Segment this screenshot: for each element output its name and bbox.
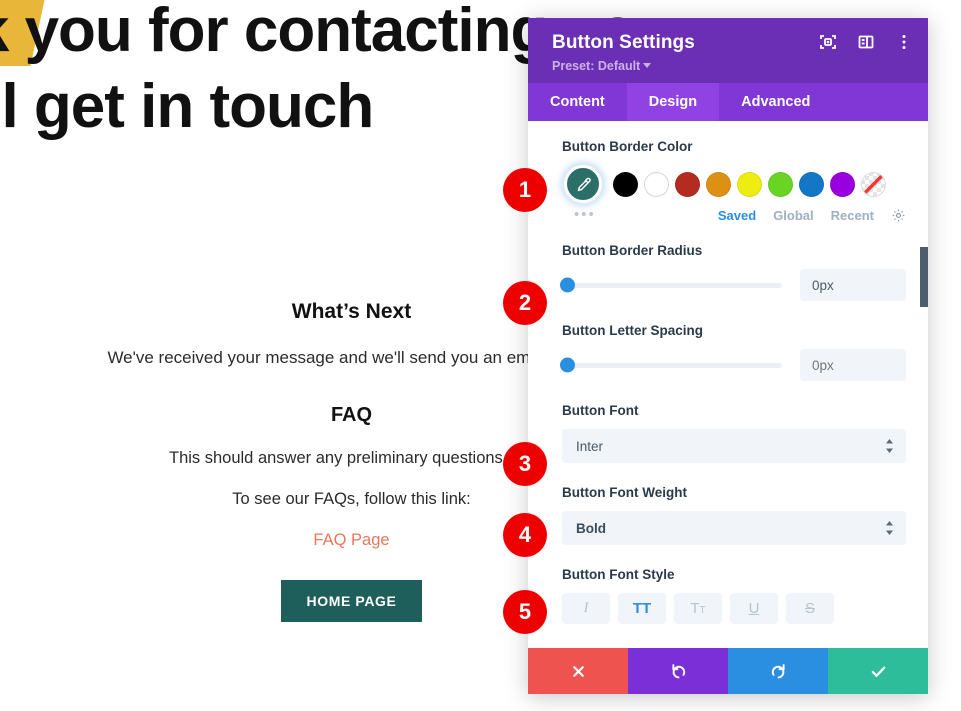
modal-header: Button Settings Preset: Default [528, 18, 928, 83]
hero-heading-line-2: e'll get in touch [0, 72, 374, 141]
home-page-button[interactable]: HOME PAGE [280, 580, 423, 622]
letter-spacing-control [560, 349, 906, 381]
swatch-green[interactable] [768, 171, 793, 197]
redo-button[interactable] [728, 648, 828, 694]
preset-label: Preset: Default [552, 59, 641, 73]
font-style-small-caps-button[interactable]: TT [674, 593, 722, 624]
button-font-select[interactable]: Inter [562, 429, 906, 463]
button-font-control: Inter [562, 429, 906, 463]
button-font-weight-select[interactable]: Bold [562, 511, 906, 545]
letter-spacing-slider[interactable] [560, 357, 782, 373]
letter-spacing-label: Button Letter Spacing [562, 323, 703, 338]
color-picker-button[interactable] [564, 165, 602, 203]
color-settings-gear-icon[interactable] [891, 208, 906, 223]
focus-target-icon[interactable] [818, 32, 838, 52]
border-radius-label: Button Border Radius [562, 243, 703, 258]
modal-tabs: Content Design Advanced [528, 83, 928, 121]
small-caps-icon: TT [690, 600, 706, 617]
layout-panel-icon[interactable] [856, 32, 876, 52]
step-badge-5: 5 [503, 590, 547, 634]
letter-spacing-input[interactable] [800, 349, 906, 381]
redo-icon [771, 663, 785, 678]
swatch-purple[interactable] [830, 171, 855, 197]
swatch-transparent[interactable] [861, 171, 886, 197]
undo-icon [671, 663, 685, 678]
italic-icon: I [583, 600, 589, 616]
color-source-tabs: Saved Global Recent [562, 208, 906, 223]
button-font-weight-label: Button Font Weight [562, 485, 687, 500]
strikethrough-icon: S [804, 600, 815, 617]
chevron-down-icon [643, 63, 652, 68]
slider-knob[interactable] [560, 357, 575, 373]
color-tab-recent[interactable]: Recent [831, 208, 874, 223]
slider-knob[interactable] [560, 277, 575, 293]
color-tab-global[interactable]: Global [773, 208, 813, 223]
border-radius-control [560, 269, 906, 301]
button-font-label: Button Font [562, 403, 639, 418]
swatch-blue[interactable] [799, 171, 824, 197]
swatch-black[interactable] [613, 171, 638, 197]
font-style-uppercase-button[interactable]: TT [618, 593, 666, 624]
border-radius-input[interactable] [800, 269, 906, 301]
border-radius-slider[interactable] [560, 277, 782, 293]
preset-selector[interactable]: Preset: Default [552, 59, 908, 73]
step-badge-3: 3 [503, 442, 547, 486]
modal-scrollbar-thumb[interactable] [920, 247, 928, 307]
swatch-orange[interactable] [706, 171, 731, 197]
color-tab-saved[interactable]: Saved [718, 208, 756, 223]
check-icon [871, 666, 885, 677]
modal-footer [528, 648, 928, 694]
step-badge-1: 1 [503, 168, 547, 212]
modal-body: Button Border Color ••• Saved Global Rec… [528, 121, 928, 648]
swatch-dark-red[interactable] [675, 171, 700, 197]
save-button[interactable] [828, 648, 928, 694]
button-font-style-label: Button Font Style [562, 567, 675, 582]
cancel-button[interactable] [528, 648, 628, 694]
more-vertical-icon[interactable] [894, 32, 914, 52]
eyedropper-icon [577, 177, 591, 191]
button-font-style-buttons: I TT TT U S [562, 593, 906, 624]
border-color-swatches [562, 165, 906, 203]
border-color-label: Button Border Color [562, 139, 693, 154]
swatch-yellow[interactable] [737, 171, 762, 197]
font-style-underline-button[interactable]: U [730, 593, 778, 624]
step-badge-2: 2 [503, 281, 547, 325]
faq-page-link[interactable]: FAQ Page [313, 531, 389, 550]
tab-content[interactable]: Content [528, 83, 627, 121]
underline-icon: U [748, 600, 760, 617]
font-style-italic-button[interactable]: I [562, 593, 610, 624]
modal-scrollbar[interactable] [920, 121, 928, 648]
next-field-label-clipped [562, 638, 906, 648]
tab-design[interactable]: Design [626, 83, 720, 121]
uppercase-icon: TT [632, 600, 652, 617]
undo-button[interactable] [628, 648, 728, 694]
button-font-weight-control: Bold [562, 511, 906, 545]
swatch-white[interactable] [644, 171, 669, 197]
button-settings-modal: Button Settings Preset: Default Content … [528, 18, 928, 694]
tab-advanced[interactable]: Advanced [719, 83, 832, 121]
x-icon [572, 665, 584, 677]
modal-header-actions [818, 32, 914, 52]
font-style-strikethrough-button[interactable]: S [786, 593, 834, 624]
step-badge-4: 4 [503, 513, 547, 557]
